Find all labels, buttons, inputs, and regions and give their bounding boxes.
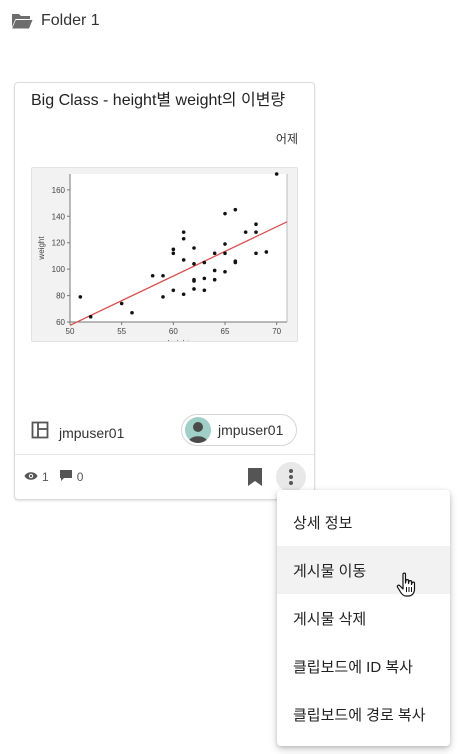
data-point xyxy=(161,273,165,278)
author-chip[interactable]: jmpuser01 xyxy=(181,414,297,446)
data-point xyxy=(223,242,227,246)
folder-header[interactable]: Folder 1 xyxy=(11,10,100,32)
data-point xyxy=(212,277,217,282)
data-point xyxy=(119,301,124,306)
data-point xyxy=(254,230,258,234)
data-point xyxy=(223,251,227,256)
data-point xyxy=(150,273,155,278)
card-title[interactable]: Big Class - height별 weight의 이변량 xyxy=(31,92,301,110)
post-card[interactable]: Big Class - height별 weight의 이변량 어제 60 80 1… xyxy=(14,82,315,500)
y-tick-label: 80 xyxy=(56,292,65,301)
y-axis-label: weight xyxy=(37,236,46,261)
data-point xyxy=(171,251,176,256)
data-point xyxy=(264,250,269,254)
layout-icon xyxy=(31,421,49,444)
data-point xyxy=(254,251,258,256)
data-point xyxy=(254,222,258,227)
folder-open-icon xyxy=(11,12,33,30)
data-point xyxy=(202,288,207,293)
data-point xyxy=(130,310,134,315)
card-date: 어제 xyxy=(275,132,298,146)
data-point xyxy=(181,258,186,262)
data-point xyxy=(161,295,165,299)
eye-icon xyxy=(24,470,38,484)
plot-area xyxy=(70,174,287,322)
data-point xyxy=(202,276,207,281)
y-tick-label: 100 xyxy=(52,265,66,274)
bookmark-icon[interactable] xyxy=(247,467,263,487)
hand-cursor-icon xyxy=(396,572,416,597)
author-name: jmpuser01 xyxy=(218,422,284,438)
menu-item-move-post[interactable]: 게시물 이동 xyxy=(277,546,450,594)
data-point xyxy=(181,292,186,297)
comment-count: 0 xyxy=(76,470,84,484)
more-options-button[interactable] xyxy=(276,462,306,492)
y-tick-label: 60 xyxy=(56,318,65,327)
x-tick-label: 55 xyxy=(117,327,126,336)
data-point xyxy=(223,269,227,274)
data-point xyxy=(171,247,176,252)
data-point xyxy=(171,288,176,293)
layout-owner-name: jmpuser01 xyxy=(59,424,125,441)
data-point xyxy=(181,230,186,234)
data-point xyxy=(192,246,196,250)
more-vert-icon xyxy=(289,469,293,485)
scatter-chart: 60 80 100 120 140 160 50 55 60 65 70 weight height xyxy=(37,172,288,341)
layout-owner: jmpuser01 xyxy=(31,421,124,444)
data-point xyxy=(181,236,186,241)
data-point xyxy=(274,172,279,176)
menu-item-copy-id[interactable]: 클립보드에 ID 복사 xyxy=(277,642,450,690)
x-tick-label: 60 xyxy=(169,327,178,336)
data-point xyxy=(212,251,217,256)
data-point xyxy=(243,230,248,234)
view-count: 1 xyxy=(42,470,49,484)
card-stats: 1 0 xyxy=(24,469,93,485)
data-point xyxy=(192,262,196,266)
folder-name[interactable]: Folder 1 xyxy=(41,12,100,30)
data-point xyxy=(223,211,227,216)
y-tick-label: 160 xyxy=(52,186,66,195)
chart-thumbnail[interactable]: 60 80 100 120 140 160 50 55 60 65 70 weight height xyxy=(31,167,298,342)
card-footer: 1 0 xyxy=(15,454,314,500)
x-tick-label: 50 xyxy=(66,327,75,336)
card-meta: jmpuser01 jmpuser01 xyxy=(31,414,297,448)
x-axis-label: height xyxy=(168,339,191,341)
data-point xyxy=(233,259,238,264)
data-point xyxy=(192,277,196,282)
data-point xyxy=(78,295,83,299)
y-tick-label: 120 xyxy=(52,239,66,248)
avatar xyxy=(185,417,211,443)
data-point xyxy=(233,207,238,212)
x-tick-label: 65 xyxy=(221,327,230,336)
data-point xyxy=(88,314,93,319)
y-tick-label: 140 xyxy=(52,212,66,221)
data-point xyxy=(202,260,207,265)
x-tick-label: 70 xyxy=(272,327,281,336)
comment-icon xyxy=(59,469,73,485)
menu-item-copy-path[interactable]: 클립보드에 경로 복사 xyxy=(277,690,450,738)
menu-item-delete-post[interactable]: 게시물 삭제 xyxy=(277,594,450,642)
data-point xyxy=(212,268,217,273)
data-point xyxy=(192,287,196,291)
menu-item-details[interactable]: 상세 정보 xyxy=(277,498,450,546)
context-menu: 상세 정보 게시물 이동 게시물 삭제 클립보드에 ID 복사 클립보드에 경로… xyxy=(277,490,450,746)
